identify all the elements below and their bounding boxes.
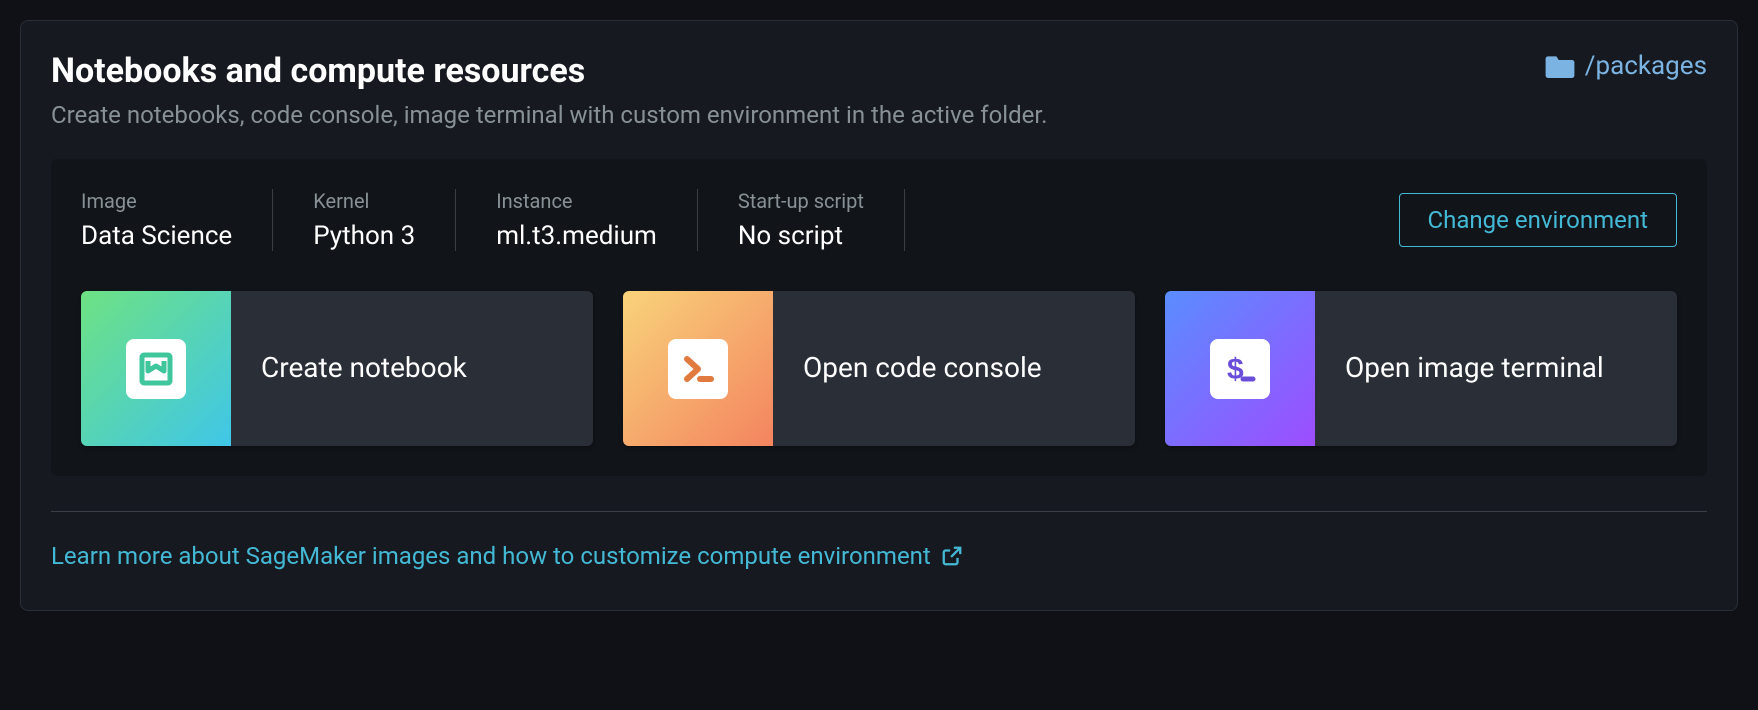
terminal-icon: $	[1210, 339, 1270, 399]
open-image-terminal-label: Open image terminal	[1315, 291, 1677, 446]
console-icon	[668, 339, 728, 399]
folder-path-text: /packages	[1585, 51, 1707, 81]
env-startup: Start-up script No script	[698, 189, 905, 251]
learn-more-text: Learn more about SageMaker images and ho…	[51, 542, 931, 570]
env-image: Image Data Science	[81, 189, 273, 251]
environment-row: Image Data Science Kernel Python 3 Insta…	[81, 189, 1677, 251]
svg-text:$: $	[1227, 353, 1244, 386]
create-notebook-icon-box	[81, 291, 231, 446]
env-startup-value: No script	[738, 221, 864, 251]
env-image-value: Data Science	[81, 221, 232, 251]
folder-path-link[interactable]: /packages	[1545, 51, 1707, 81]
folder-icon	[1545, 54, 1575, 78]
external-link-icon	[941, 545, 963, 567]
action-cards-row: Create notebook Open code console	[81, 291, 1677, 446]
change-environment-button[interactable]: Change environment	[1399, 193, 1677, 247]
env-startup-label: Start-up script	[738, 189, 864, 213]
env-instance-label: Instance	[496, 189, 657, 213]
env-instance-value: ml.t3.medium	[496, 221, 657, 251]
notebooks-panel: Notebooks and compute resources Create n…	[20, 20, 1738, 611]
env-kernel: Kernel Python 3	[273, 189, 456, 251]
open-code-console-card[interactable]: Open code console	[623, 291, 1135, 446]
learn-more-link[interactable]: Learn more about SageMaker images and ho…	[51, 542, 963, 570]
environment-box: Image Data Science Kernel Python 3 Insta…	[51, 159, 1707, 476]
create-notebook-label: Create notebook	[231, 291, 593, 446]
divider	[51, 511, 1707, 512]
panel-subtitle: Create notebooks, code console, image te…	[51, 101, 1047, 129]
env-image-label: Image	[81, 189, 232, 213]
open-code-console-icon-box	[623, 291, 773, 446]
open-image-terminal-icon-box: $	[1165, 291, 1315, 446]
env-instance: Instance ml.t3.medium	[456, 189, 698, 251]
header-text: Notebooks and compute resources Create n…	[51, 51, 1047, 129]
open-code-console-label: Open code console	[773, 291, 1135, 446]
env-kernel-value: Python 3	[313, 221, 415, 251]
create-notebook-card[interactable]: Create notebook	[81, 291, 593, 446]
notebook-icon	[126, 339, 186, 399]
env-kernel-label: Kernel	[313, 189, 415, 213]
panel-title: Notebooks and compute resources	[51, 51, 1047, 91]
open-image-terminal-card[interactable]: $ Open image terminal	[1165, 291, 1677, 446]
panel-header: Notebooks and compute resources Create n…	[51, 51, 1707, 129]
